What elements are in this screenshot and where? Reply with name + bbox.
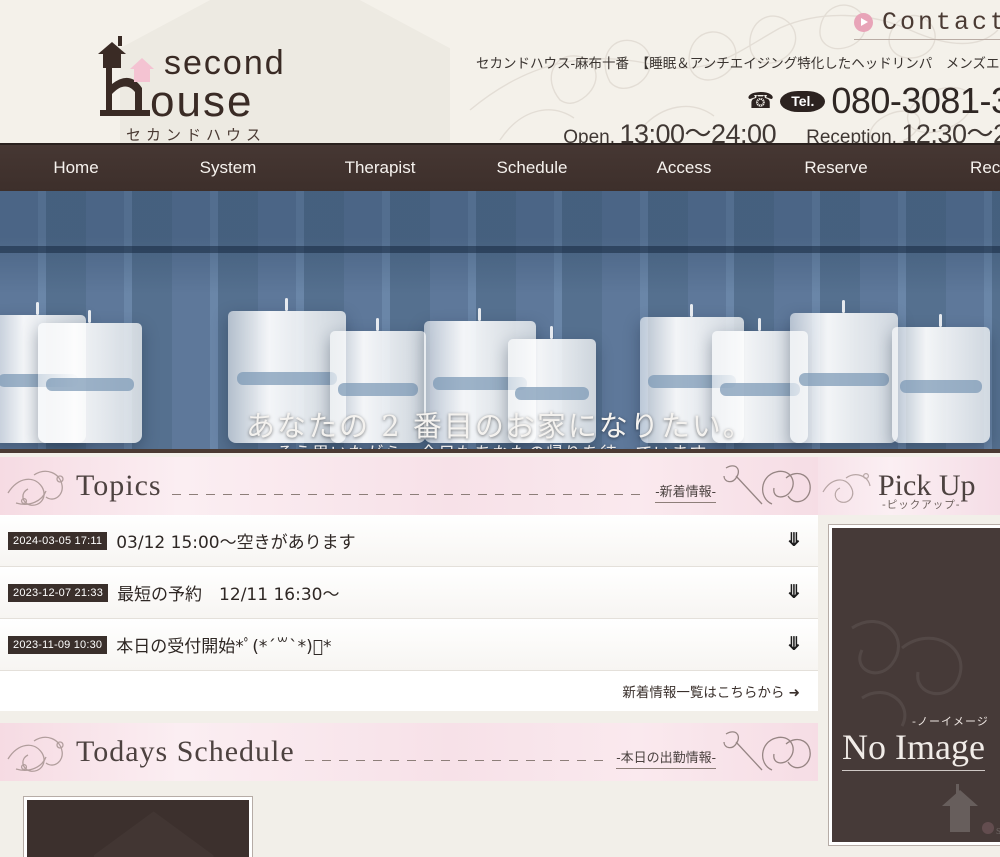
- business-hours: Open. 13:00〜24:00 Reception. 12:30〜23: [563, 112, 1000, 143]
- topic-title: 最短の予約 12/11 16:30〜: [117, 585, 340, 605]
- chevron-down-icon[interactable]: ⤋: [786, 581, 802, 604]
- topic-date-badge: 2023-12-07 21:33: [8, 583, 109, 602]
- topics-section-header: Topics -新着情報-: [0, 457, 818, 515]
- svg-text:ouse: ouse: [150, 77, 253, 124]
- main-column: Topics -新着情報- 2024-03-05 17:11 03/12 15:…: [0, 453, 818, 857]
- reception-label: Reception.: [806, 127, 897, 143]
- pickup-title-wrap: Pick Up -ピックアップ-: [878, 469, 976, 511]
- right-flourish-icon: [723, 731, 811, 771]
- site-header: second ouse セカンドハウス Contact セカンドハウス-麻布十番…: [0, 0, 1000, 143]
- left-flourish-icon: [7, 470, 64, 506]
- header-tagline: セカンドハウス-麻布十番 【睡眠＆アンチエイジング特化したヘッドリンパ メンズエ: [476, 56, 1000, 72]
- pickup-no-image-card[interactable]: -ノーイメージ No Image s: [828, 524, 1000, 846]
- open-hours: Open. 13:00〜24:00: [563, 112, 776, 143]
- topics-title-jp: -新着情報-: [655, 481, 716, 503]
- nav-item-system[interactable]: System: [152, 158, 304, 178]
- left-flourish-icon: [822, 472, 871, 503]
- topics-list: 2024-03-05 17:11 03/12 15:00〜空きがあります ⤋ 2…: [0, 515, 818, 711]
- contact-link-label: Contact: [881, 8, 1000, 37]
- pickup-section-header: Pick Up -ピックアップ-: [818, 457, 1000, 515]
- sidebar: Pick Up -ピックアップ- -ノーイメージ No Image: [818, 453, 1000, 857]
- house-logo-watermark-icon: s: [942, 784, 1000, 837]
- no-image-text: No Image: [842, 726, 985, 771]
- phone-handset-icon: ☎: [746, 88, 775, 113]
- pickup-title-jp: -ピックアップ-: [882, 499, 961, 511]
- tel-label: Tel.: [780, 90, 826, 112]
- chevron-down-icon[interactable]: ⤋: [786, 633, 802, 656]
- topic-title: 本日の受付開始*ﾟ(*´꒳`*)ﾟ*: [116, 637, 332, 657]
- site-logo[interactable]: second ouse セカンドハウス: [92, 24, 302, 143]
- nav-item-reserve[interactable]: Reserve: [760, 158, 912, 178]
- open-value: 13:00〜24:00: [619, 119, 777, 143]
- reception-hours: Reception. 12:30〜23: [806, 112, 1000, 143]
- nav-item-recruit[interactable]: Recr: [912, 158, 1000, 178]
- topic-row[interactable]: 2024-03-05 17:11 03/12 15:00〜空きがあります ⤋: [0, 515, 818, 567]
- nav-item-schedule[interactable]: Schedule: [456, 158, 608, 178]
- chevron-down-icon[interactable]: ⤋: [786, 529, 802, 552]
- topics-more-row: 新着情報一覧はこちらから ➜: [0, 671, 818, 711]
- contact-link[interactable]: Contact: [853, 8, 1000, 40]
- nav-item-access[interactable]: Access: [608, 158, 760, 178]
- topics-more-link[interactable]: 新着情報一覧はこちらから ➜: [622, 681, 800, 701]
- topic-date-badge: 2024-03-05 17:11: [8, 531, 108, 550]
- topic-row[interactable]: 2023-11-09 10:30 本日の受付開始*ﾟ(*´꒳`*)ﾟ* ⤋: [0, 619, 818, 671]
- hero-subline: そう思いながら、今日もあなたの帰りを待っています。: [0, 439, 1000, 449]
- schedule-title: Todays Schedule: [76, 735, 295, 768]
- topics-title: Topics: [76, 469, 162, 502]
- content-columns: Topics -新着情報- 2024-03-05 17:11 03/12 15:…: [0, 453, 1000, 857]
- svg-text:s: s: [996, 822, 1000, 837]
- nav-item-home[interactable]: Home: [0, 158, 152, 178]
- topic-row[interactable]: 2023-12-07 21:33 最短の予約 12/11 16:30〜 ⤋: [0, 567, 818, 619]
- main-navigation: Home System Therapist Schedule Access Re…: [0, 143, 1000, 191]
- topic-date-badge: 2023-11-09 10:30: [8, 635, 108, 654]
- right-flourish-icon: [723, 465, 811, 505]
- play-circle-icon: [853, 13, 873, 32]
- logo-kana-label: セカンドハウス: [126, 126, 267, 143]
- schedule-therapist-thumbnail[interactable]: [23, 796, 253, 857]
- schedule-title-rule: [304, 760, 607, 761]
- schedule-title-jp: -本日の出勤情報-: [616, 747, 716, 769]
- left-flourish-icon: [7, 736, 64, 772]
- schedule-section-header: Todays Schedule -本日の出勤情報-: [0, 723, 818, 781]
- topic-title: 03/12 15:00〜空きがあります: [116, 533, 356, 553]
- topics-title-rule: [171, 494, 646, 495]
- hero-banner: あなたの 2 番目のお家になりたい。 そう思いながら、今日もあなたの帰りを待って…: [0, 191, 1000, 453]
- nav-item-therapist[interactable]: Therapist: [304, 158, 456, 178]
- reception-value: 12:30〜23: [901, 119, 1000, 143]
- open-label: Open.: [563, 127, 615, 143]
